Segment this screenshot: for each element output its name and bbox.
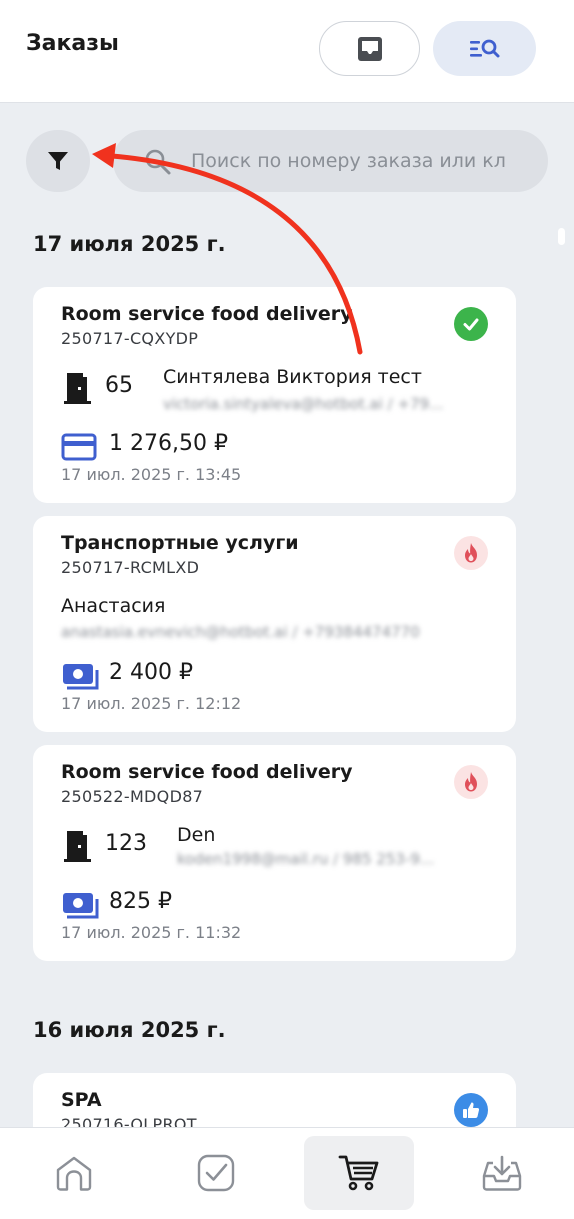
room-number: 123 — [105, 831, 147, 856]
list-search-icon — [469, 39, 499, 57]
order-title: Транспортные услуги — [61, 532, 299, 554]
fire-icon — [465, 772, 477, 792]
date-heading: 17 июля 2025 г. — [33, 232, 226, 256]
bottom-navigation — [0, 1127, 574, 1219]
order-datetime: 17 июл. 2025 г. 13:45 — [61, 465, 242, 484]
guest-name: Den — [177, 824, 216, 846]
order-datetime: 17 июл. 2025 г. 12:12 — [61, 694, 242, 713]
date-heading: 16 июля 2025 г. — [33, 1018, 226, 1042]
app-header: Заказы — [0, 0, 574, 103]
check-circle-icon — [463, 318, 479, 331]
scrollbar-thumb[interactable] — [558, 228, 565, 245]
filter-icon — [48, 152, 68, 170]
status-badge — [454, 1093, 488, 1127]
nav-home[interactable] — [19, 1136, 129, 1210]
door-icon — [64, 831, 91, 862]
search-icon — [145, 149, 171, 175]
nav-tasks[interactable] — [161, 1136, 271, 1210]
guest-contact: anastasia.evnevich@hotbot.ai / +79384474… — [61, 623, 420, 641]
order-id: 250522-MDQD87 — [61, 787, 204, 806]
check-square-icon — [197, 1154, 235, 1192]
inbox-download-icon — [482, 1155, 522, 1191]
nav-inbox[interactable] — [447, 1136, 557, 1210]
order-title: Room service food delivery — [61, 761, 353, 783]
order-datetime: 17 июл. 2025 г. 11:32 — [61, 923, 242, 942]
order-amount: 1 276,50 ₽ — [109, 431, 228, 456]
order-title: SPA — [61, 1089, 102, 1111]
guest-name: Анастасия — [61, 595, 166, 617]
room-number: 65 — [105, 373, 133, 398]
door-icon — [64, 373, 91, 404]
cash-icon — [63, 664, 99, 690]
inbox-icon — [357, 36, 382, 61]
page-title: Заказы — [26, 31, 119, 56]
guest-name: Синтялева Виктория тест — [163, 366, 422, 388]
status-badge — [454, 536, 488, 570]
order-id: 250717-CQXYDP — [61, 329, 199, 348]
order-card[interactable]: Room service food delivery 250717-CQXYDP… — [33, 287, 516, 503]
order-amount: 2 400 ₽ — [109, 660, 193, 685]
home-icon — [56, 1156, 92, 1191]
search-input[interactable] — [191, 130, 541, 192]
order-amount: 825 ₽ — [109, 889, 172, 914]
nav-orders[interactable] — [304, 1136, 414, 1210]
fire-icon — [465, 543, 477, 563]
cash-icon — [63, 893, 99, 919]
search-toggle-button[interactable] — [433, 21, 536, 76]
filter-button[interactable] — [26, 130, 90, 192]
order-title: Room service food delivery — [61, 303, 353, 325]
guest-contact: victoria.sintyaleva@hotbot.ai / +79... — [163, 395, 444, 413]
cart-icon — [338, 1155, 379, 1191]
order-card[interactable]: Транспортные услуги 250717-RCMLXD Анаста… — [33, 516, 516, 732]
inbox-toggle-button[interactable] — [319, 21, 420, 76]
thumbs-up-icon — [463, 1102, 480, 1118]
card-icon — [61, 433, 97, 461]
status-badge — [454, 765, 488, 799]
order-card[interactable]: Room service food delivery 250522-MDQD87… — [33, 745, 516, 961]
order-id: 250717-RCMLXD — [61, 558, 200, 577]
guest-contact: koden1998@mail.ru / 985 253-9... — [177, 850, 435, 868]
status-badge — [454, 307, 488, 341]
search-bar[interactable] — [113, 130, 548, 192]
